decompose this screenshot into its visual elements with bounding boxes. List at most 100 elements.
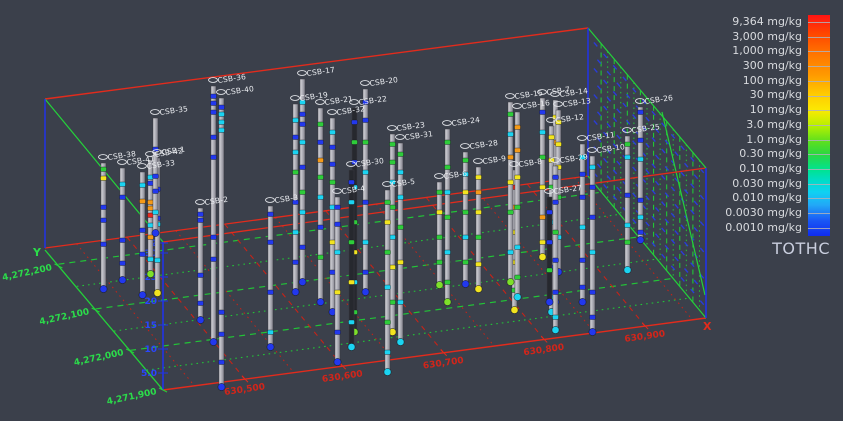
borehole-csb-17[interactable]	[299, 79, 306, 286]
sample-band	[553, 290, 559, 295]
borehole-csb-3[interactable]	[267, 206, 274, 351]
borehole-csb-4[interactable]	[334, 197, 341, 366]
borehole-csb-31[interactable]	[397, 143, 404, 346]
sample-band	[330, 162, 336, 167]
legend-tick	[808, 140, 830, 141]
sample-band	[638, 138, 644, 143]
bottom-cap	[589, 328, 596, 335]
sample-band	[515, 175, 521, 180]
sample-band	[390, 160, 396, 165]
legend-tick	[808, 110, 830, 111]
sample-band	[363, 118, 369, 123]
sample-band	[398, 260, 404, 265]
sample-band	[363, 170, 369, 175]
sample-band	[211, 110, 217, 115]
bottom-cap	[119, 276, 126, 283]
borehole-csb-16[interactable]	[514, 112, 521, 301]
sample-band	[556, 142, 562, 147]
borehole-csb-15[interactable]	[507, 102, 514, 286]
svg-text:630,900: 630,900	[624, 329, 666, 345]
sample-band	[515, 275, 521, 280]
svg-text:20: 20	[144, 297, 157, 307]
sample-band	[211, 155, 217, 160]
borehole-csb-2[interactable]	[197, 208, 204, 324]
sample-band	[385, 320, 391, 325]
collar-marker	[474, 159, 483, 164]
bottom-cap	[436, 281, 443, 288]
sample-band	[120, 238, 126, 243]
borehole-csb-6[interactable]	[436, 182, 443, 289]
sample-band	[553, 315, 559, 320]
borehole-csb-27[interactable]	[546, 197, 553, 306]
sample-band	[219, 360, 225, 365]
sample-band	[625, 142, 631, 147]
sample-band	[300, 245, 306, 250]
sample-band	[211, 94, 217, 99]
sample-band	[445, 165, 451, 170]
legend-tick	[808, 22, 830, 23]
sample-band	[330, 145, 336, 150]
collar-marker	[328, 110, 337, 115]
sample-band	[398, 195, 404, 200]
borehole-csb-41[interactable]	[119, 168, 126, 284]
borehole-csb-30[interactable]	[348, 170, 355, 351]
sample-band	[300, 210, 306, 215]
borehole-csb-24[interactable]	[444, 129, 451, 306]
collar-marker	[196, 200, 205, 205]
bottom-cap	[152, 229, 159, 236]
sample-band	[398, 300, 404, 305]
sample-band	[638, 198, 644, 203]
sample-band	[363, 240, 369, 245]
sample-band	[590, 315, 596, 320]
borehole-csb-11[interactable]	[579, 144, 586, 306]
collar-marker	[99, 155, 108, 160]
sample-band	[335, 222, 341, 227]
bottom-cap	[397, 338, 404, 345]
sample-band	[463, 210, 469, 215]
borehole-csb-21[interactable]	[317, 108, 324, 306]
legend-tick	[808, 228, 830, 229]
sample-band	[547, 210, 553, 215]
legend-tick	[808, 96, 830, 97]
borehole-name: CSB-21	[324, 94, 354, 107]
borehole-csb-7[interactable]	[539, 98, 546, 261]
sample-band	[515, 205, 521, 210]
borehole-csb-40[interactable]	[218, 98, 225, 391]
sample-band	[540, 185, 546, 190]
collar-marker	[443, 121, 452, 126]
svg-text:15: 15	[144, 321, 157, 331]
sample-band	[198, 301, 204, 306]
legend-entry: 0.10 mg/kg	[725, 162, 808, 177]
sample-band	[385, 220, 391, 225]
borehole-name: CSB-8	[518, 157, 543, 169]
sample-band	[580, 258, 586, 263]
sample-band	[352, 140, 358, 145]
borehole-csb-35[interactable]	[152, 118, 159, 237]
sample-band	[219, 332, 225, 337]
sample-band	[335, 290, 341, 295]
borehole-csb-5[interactable]	[384, 190, 391, 376]
borehole-csb-38[interactable]	[100, 163, 107, 293]
bottom-cap	[624, 266, 631, 273]
borehole-csb-9[interactable]	[475, 167, 482, 293]
sample-band	[553, 200, 559, 205]
borehole-csb-25[interactable]	[624, 136, 631, 274]
borehole-scene[interactable]: 630,500630,600630,700630,800630,9004,272…	[0, 0, 843, 421]
viewport-3d[interactable]: 630,500630,600630,700630,800630,9004,272…	[0, 0, 843, 421]
sample-band	[335, 330, 341, 335]
sample-band	[398, 152, 404, 157]
borehole-csb-10[interactable]	[589, 156, 596, 336]
bottom-cap	[317, 298, 324, 305]
svg-text:630,600: 630,600	[321, 369, 363, 385]
sample-band	[101, 205, 107, 210]
sample-band	[148, 206, 154, 211]
borehole-csb-33[interactable]	[139, 172, 146, 299]
sample-band	[300, 165, 306, 170]
legend-entry: 1,000 mg/kg	[725, 44, 808, 59]
bottom-cap	[292, 288, 299, 295]
borehole-csb-36[interactable]	[210, 86, 217, 346]
sample-band	[476, 235, 482, 240]
sample-band	[363, 140, 369, 145]
sample-band	[508, 155, 514, 160]
borehole-name: CSB-36	[217, 72, 247, 85]
